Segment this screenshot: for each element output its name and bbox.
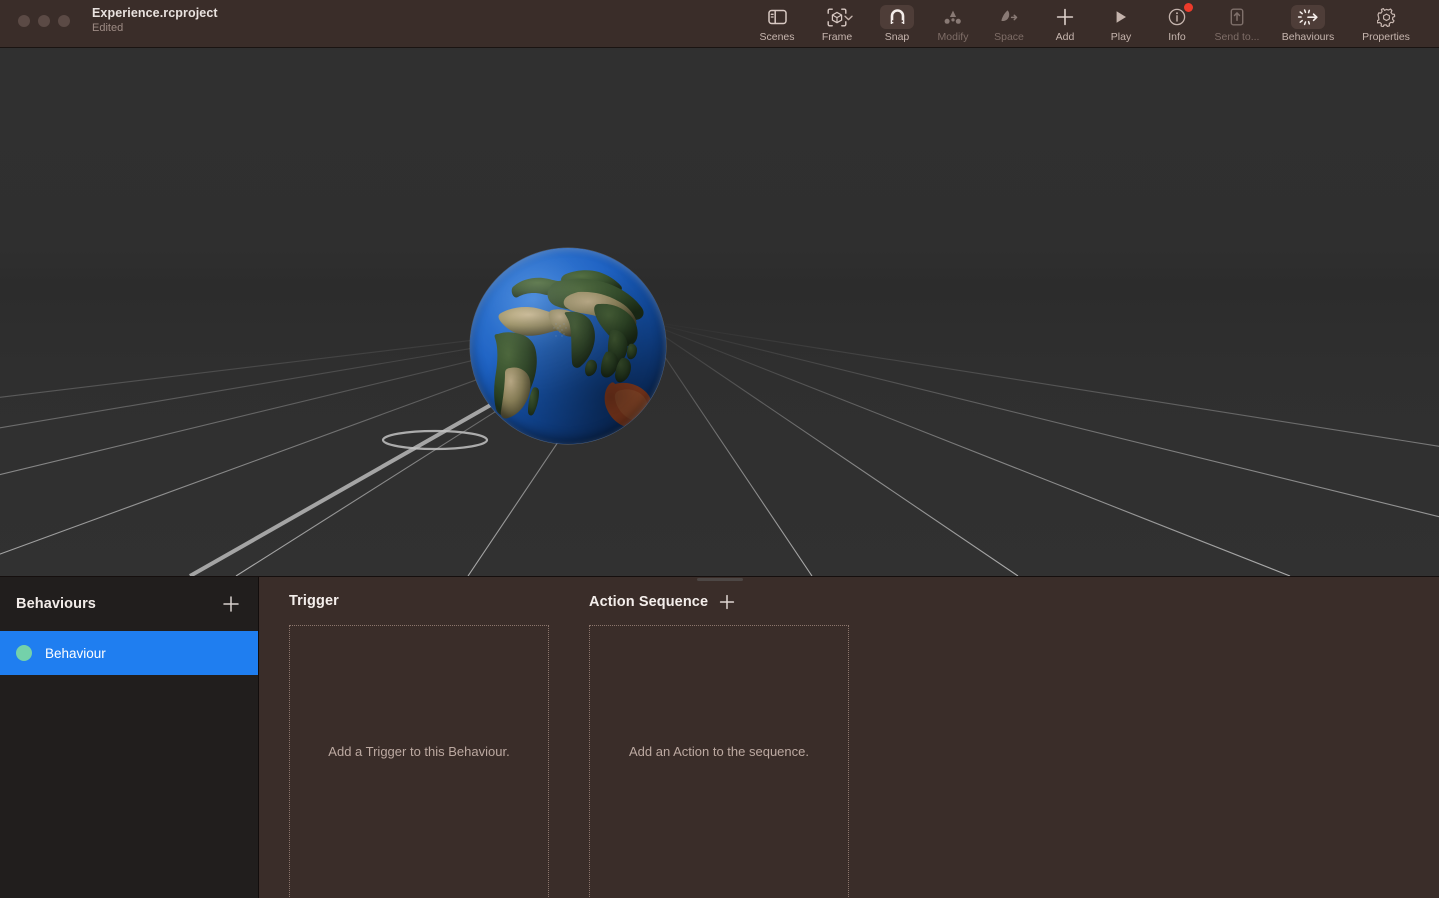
window-controls — [0, 0, 70, 27]
behaviours-pane-title: Behaviours — [16, 596, 96, 612]
title-bar: Experience.rcproject Edited Scenes Frame… — [0, 0, 1439, 48]
document-title: Experience.rcproject — [92, 6, 218, 20]
toolbar-item-snap[interactable]: Snap — [869, 0, 925, 48]
magnet-icon — [880, 5, 914, 29]
toolbar-item-scenes[interactable]: Scenes — [749, 0, 805, 48]
info-notification-badge — [1184, 3, 1193, 12]
add-behaviour-button[interactable] — [220, 593, 242, 615]
trigger-title: Trigger — [289, 593, 339, 609]
toolbar-item-send-to[interactable]: Send to... — [1205, 0, 1269, 48]
globe-sphere — [470, 248, 666, 444]
toolbar-label-behaviours: Behaviours — [1281, 31, 1335, 43]
perspective-floor-grid — [0, 318, 1439, 576]
toolbar-label-scenes: Scenes — [759, 31, 795, 43]
toolbar-item-modify[interactable]: Modify — [925, 0, 981, 48]
behaviours-empty-space — [0, 675, 258, 898]
trigger-dropzone[interactable]: Add a Trigger to this Behaviour. — [289, 625, 549, 898]
toolbar-label-modify: Modify — [937, 31, 969, 43]
chevron-down-icon[interactable] — [844, 15, 853, 21]
toolbar-label-frame: Frame — [821, 31, 853, 43]
plus-icon — [719, 594, 735, 610]
plus-icon — [1048, 5, 1082, 29]
toolbar-item-play[interactable]: Play — [1093, 0, 1149, 48]
trigger-placeholder: Add a Trigger to this Behaviour. — [328, 743, 510, 759]
action-dropzone[interactable]: Add an Action to the sequence. — [589, 625, 849, 898]
toolbar-label-add: Add — [1055, 31, 1075, 43]
bottom-panel: Behaviours Behaviour Trigger Action Sequ… — [0, 576, 1439, 898]
earth-globe-object[interactable] — [466, 244, 670, 448]
sidebar-panel-icon — [760, 5, 794, 29]
behaviour-status-dot — [16, 645, 32, 661]
action-sequence-title: Action Sequence — [589, 594, 709, 610]
behaviour-list-item[interactable]: Behaviour — [0, 631, 258, 675]
action-placeholder: Add an Action to the sequence. — [629, 743, 809, 759]
space-icon — [992, 5, 1026, 29]
toolbar-item-space[interactable]: Space — [981, 0, 1037, 48]
add-action-button[interactable] — [718, 593, 736, 611]
behaviour-editor-pane: Trigger Action Sequence Add a Trigger to… — [259, 577, 1439, 898]
main-toolbar: Scenes Frame Snap Modify Space Add Play … — [749, 0, 1439, 48]
behaviours-pane-header: Behaviours — [0, 577, 258, 631]
toolbar-label-snap: Snap — [884, 31, 910, 43]
close-button[interactable] — [18, 15, 30, 27]
document-info: Experience.rcproject Edited — [92, 0, 218, 35]
gear-cube-icon — [1369, 5, 1403, 29]
frame-cube-icon — [820, 5, 854, 29]
toolbar-item-behaviours[interactable]: Behaviours — [1269, 0, 1347, 48]
editor-column-headers: Trigger Action Sequence — [259, 577, 1439, 629]
toolbar-label-play: Play — [1110, 31, 1132, 43]
behaviours-list-pane: Behaviours Behaviour — [0, 577, 259, 898]
panel-resize-handle[interactable] — [696, 578, 743, 581]
toolbar-label-space: Space — [994, 31, 1024, 43]
toolbar-label-properties: Properties — [1362, 31, 1410, 43]
toolbar-item-frame[interactable]: Frame — [805, 0, 869, 48]
trigger-column-header: Trigger — [289, 593, 339, 609]
behaviours-burst-icon — [1291, 5, 1325, 29]
export-upload-icon — [1220, 5, 1254, 29]
globe-rim-light — [470, 248, 666, 444]
toolbar-label-info: Info — [1168, 31, 1186, 43]
document-edit-status: Edited — [92, 22, 124, 35]
toolbar-item-properties[interactable]: Properties — [1347, 0, 1425, 48]
scene-viewport[interactable] — [0, 48, 1439, 576]
zoom-button[interactable] — [58, 15, 70, 27]
realitycomposer-window: Experience.rcproject Edited Scenes Frame… — [0, 0, 1439, 898]
play-triangle-icon — [1104, 5, 1138, 29]
minimize-button[interactable] — [38, 15, 50, 27]
action-sequence-column-header: Action Sequence — [589, 593, 736, 611]
toolbar-label-send-to: Send to... — [1214, 31, 1260, 43]
toolbar-item-add[interactable]: Add — [1037, 0, 1093, 48]
behaviour-name: Behaviour — [45, 645, 106, 661]
plus-icon — [223, 596, 239, 612]
toolbar-item-info[interactable]: Info — [1149, 0, 1205, 48]
modify-icon — [936, 5, 970, 29]
